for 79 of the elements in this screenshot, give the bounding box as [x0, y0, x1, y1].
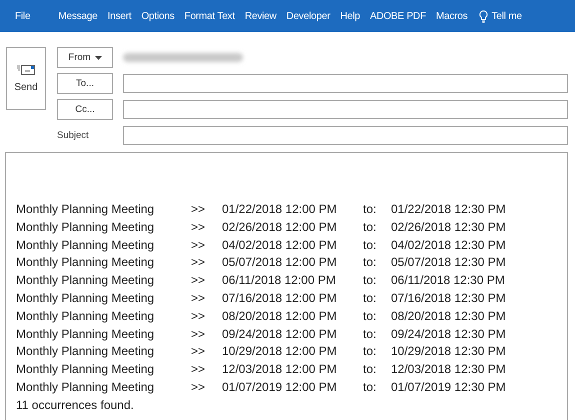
start-time: 02/26/2018 12:00 PM — [222, 218, 338, 236]
from-button[interactable]: From — [57, 47, 113, 68]
separator-text: >> — [191, 308, 206, 325]
start-time: 07/16/2018 12:00 PM — [222, 290, 338, 307]
ribbon-tab[interactable]: Review — [240, 10, 282, 22]
cc-field[interactable] — [123, 100, 568, 119]
meeting-subject: Monthly Planning Meeting — [16, 236, 156, 254]
meeting-subject: Monthly Planning Meeting — [16, 308, 156, 325]
start-time: 04/02/2018 12:00 PM — [222, 236, 338, 254]
to-field[interactable] — [123, 74, 568, 93]
meeting-subject: Monthly Planning Meeting — [16, 290, 156, 307]
subject-field[interactable] — [123, 126, 568, 145]
ribbon-tab[interactable]: Developer — [281, 10, 336, 22]
separator-text: >> — [191, 218, 206, 236]
meeting-subject: Monthly Planning Meeting — [16, 218, 156, 236]
end-time: 10/29/2018 12:30 PM — [391, 343, 507, 360]
end-time: 02/26/2018 12:30 PM — [391, 218, 507, 236]
end-time: 08/20/2018 12:30 PM — [391, 308, 507, 325]
end-time: 01/22/2018 12:30 PM — [391, 201, 507, 218]
to-text: to: — [363, 236, 378, 254]
envelope-icon — [17, 64, 35, 76]
end-time: 07/16/2018 12:30 PM — [391, 290, 507, 307]
end-time: 01/07/2019 12:30 PM — [391, 378, 507, 396]
separator-text: >> — [191, 201, 206, 218]
to-text: to: — [363, 272, 378, 290]
end-time: 05/07/2018 12:30 PM — [391, 254, 507, 272]
meeting-subject: Monthly Planning Meeting — [16, 254, 156, 272]
separator-text: >> — [191, 361, 206, 378]
separator-text: >> — [191, 290, 206, 307]
start-time: 09/24/2018 12:00 PM — [222, 326, 338, 343]
to-text: to: — [363, 361, 378, 378]
ribbon-tab[interactable]: Help — [335, 10, 365, 22]
meeting-subject: Monthly Planning Meeting — [16, 201, 156, 218]
cc-button[interactable]: Cc... — [57, 99, 113, 120]
separator-text: >> — [191, 236, 206, 254]
message-body[interactable] — [5, 152, 568, 420]
meeting-subject: Monthly Planning Meeting — [16, 326, 156, 343]
to-text: to: — [363, 308, 378, 325]
ribbon-tab[interactable]: Format Text — [179, 10, 240, 22]
to-text: to: — [363, 201, 378, 218]
separator-text: >> — [191, 378, 206, 396]
lightbulb-icon — [478, 10, 488, 22]
separator-text: >> — [191, 326, 206, 343]
end-time: 12/03/2018 12:30 PM — [391, 361, 507, 378]
tell-me-button[interactable]: Tell me — [472, 10, 528, 22]
separator-text: >> — [191, 343, 206, 360]
meeting-subject: Monthly Planning Meeting — [16, 272, 156, 290]
meeting-subject: Monthly Planning Meeting — [16, 361, 156, 378]
start-time: 12/03/2018 12:00 PM — [222, 361, 338, 378]
ribbon-tab[interactable]: Message — [53, 10, 103, 22]
to-text: to: — [363, 326, 378, 343]
ribbon-tab[interactable]: Options — [136, 10, 180, 22]
ribbon-tab[interactable]: Insert — [102, 10, 136, 22]
to-text: to: — [363, 254, 378, 272]
meeting-subject: Monthly Planning Meeting — [16, 343, 156, 360]
separator-text: >> — [191, 254, 206, 272]
start-time: 05/07/2018 12:00 PM — [222, 254, 338, 272]
to-text: to: — [363, 343, 378, 360]
to-text: to: — [363, 290, 378, 307]
to-button[interactable]: To... — [57, 73, 113, 94]
start-time: 08/20/2018 12:00 PM — [222, 308, 338, 325]
to-text: to: — [363, 218, 378, 236]
separator-text: >> — [191, 272, 206, 290]
end-time: 09/24/2018 12:30 PM — [391, 326, 507, 343]
ribbon-tab[interactable]: File — [10, 10, 36, 22]
start-time: 10/29/2018 12:00 PM — [222, 343, 338, 360]
start-time: 06/11/2018 12:00 PM — [222, 272, 337, 290]
ribbon-tab[interactable]: ADOBE PDF — [364, 10, 431, 22]
to-text: to: — [363, 378, 378, 396]
start-time: 01/07/2019 12:00 PM — [222, 378, 338, 396]
end-time: 06/11/2018 12:30 PM — [391, 272, 506, 290]
caret-icon — [94, 56, 102, 60]
meeting-subject: Monthly Planning Meeting — [16, 378, 156, 396]
end-time: 04/02/2018 12:30 PM — [391, 236, 507, 254]
subject-label: Subject — [57, 129, 90, 143]
summary-text: 11 occurrences found. — [16, 398, 134, 412]
start-time: 01/22/2018 12:00 PM — [222, 201, 338, 218]
send-button[interactable]: Send — [6, 47, 46, 110]
ribbon-tab[interactable]: Macros — [430, 10, 473, 22]
